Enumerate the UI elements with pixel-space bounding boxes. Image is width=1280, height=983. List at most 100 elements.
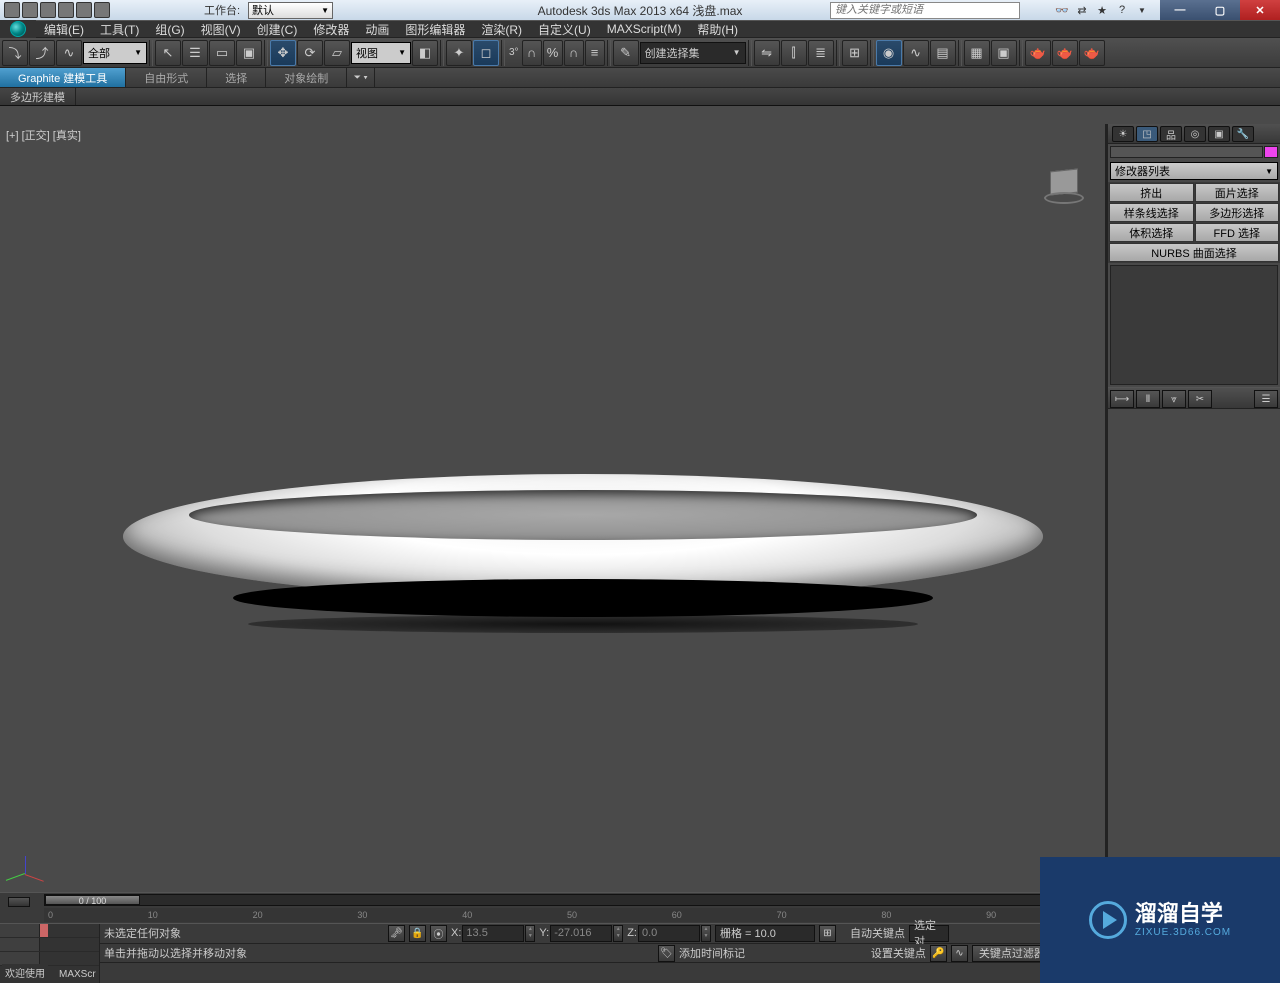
render-frame-icon[interactable]: ▣ [991,40,1017,66]
ribbon-expand-icon[interactable]: ⏷ ▾ [347,68,375,87]
ref-coord-dropdown[interactable]: 视图▼ [351,42,411,64]
mod-polysel-button[interactable]: 多边形选择 [1195,203,1280,222]
render-prod-icon[interactable]: 🫖 [1079,40,1105,66]
setkey-label[interactable]: 设置关键点 [871,945,926,961]
maximize-button[interactable]: ▢ [1200,0,1240,20]
ribbon-sub-poly[interactable]: 多边形建模 [0,88,76,105]
select-rect-icon[interactable]: ▭ [209,40,235,66]
mod-volsel-button[interactable]: 体积选择 [1109,223,1194,242]
lock-icon[interactable]: 🗝 [388,925,405,942]
time-track[interactable]: 0 / 100 [44,894,1110,906]
menu-edit[interactable]: 编辑(E) [36,21,92,38]
z-spinner[interactable]: ▲▼ [701,925,711,942]
configure-sets-icon[interactable]: ☰ [1254,390,1278,408]
menu-view[interactable]: 视图(V) [193,21,249,38]
new-icon[interactable] [4,2,20,18]
select-icon[interactable]: ↖ [155,40,181,66]
link-icon[interactable]: ⤵ [2,40,28,66]
selcenter-icon[interactable]: ⦿ [430,925,447,942]
autokey-label[interactable]: 自动关键点 [850,925,905,941]
search-input[interactable] [831,3,1019,18]
material-editor-icon[interactable]: ◉ [876,40,902,66]
render-iter-icon[interactable]: 🫖 [1052,40,1078,66]
mod-patchsel-button[interactable]: 面片选择 [1195,183,1280,202]
y-input[interactable] [550,925,612,942]
ribbon-tab-freeform[interactable]: 自由形式 [126,68,207,87]
ribbon-tab-paint[interactable]: 对象绘制 [266,68,347,87]
mod-splinesel-button[interactable]: 样条线选择 [1109,203,1194,222]
rotate-icon[interactable]: ⟳ [297,40,323,66]
menu-modifiers[interactable]: 修改器 [305,21,357,38]
named-sets-icon[interactable]: ✎ [613,40,639,66]
schematic-icon[interactable]: ⊞ [842,40,868,66]
pin-stack-icon[interactable]: ⟼ [1110,390,1134,408]
setkey-icon[interactable]: 🔑 [930,945,947,962]
menu-group[interactable]: 组(G) [147,21,192,38]
mod-nurbs-button[interactable]: NURBS 曲面选择 [1109,243,1279,262]
star-icon[interactable]: ★ [1094,2,1110,18]
grid-toggle-icon[interactable]: ⊞ [819,925,836,942]
bind-icon[interactable]: ∿ [56,40,82,66]
chevron-down-icon[interactable]: ▼ [1134,2,1150,18]
menu-render[interactable]: 渲染(R) [473,21,530,38]
exchange-icon[interactable]: ⇄ [1074,2,1090,18]
curve-editor-icon[interactable]: ∿ [903,40,929,66]
menu-grapheditors[interactable]: 图形编辑器 [397,21,473,38]
z-input[interactable] [638,925,700,942]
help-search[interactable] [830,2,1020,19]
isolate-icon[interactable]: 🔒 [409,925,426,942]
maxscript-label[interactable]: MAXScr [56,968,99,981]
object-color-swatch[interactable] [1264,146,1278,158]
x-input[interactable] [462,925,524,942]
edge-snap-icon[interactable]: ≡ [585,40,605,66]
undo-icon[interactable] [58,2,74,18]
modifier-stack[interactable] [1110,265,1278,385]
mod-extrude-button[interactable]: 挤出 [1109,183,1194,202]
unlink-icon[interactable]: ⤴ [29,40,55,66]
modifier-list-dropdown[interactable]: 修改器列表 ▼ [1110,162,1278,180]
render-setup-icon[interactable]: ▦ [964,40,990,66]
menu-tools[interactable]: 工具(T) [92,21,147,38]
mod-ffdsel-button[interactable]: FFD 选择 [1195,223,1280,242]
layers-icon[interactable]: ≣ [808,40,834,66]
binoculars-icon[interactable]: 👓 [1054,2,1070,18]
mirror-icon[interactable]: ⇋ [754,40,780,66]
viewport[interactable]: [+] [正交] [真实] [0,124,1107,892]
move-icon[interactable]: ✥ [270,40,296,66]
viewcube[interactable] [1043,164,1085,206]
menu-maxscript[interactable]: MAXScript(M) [599,22,690,36]
object-name-field[interactable] [1110,146,1263,158]
tab-modify-icon[interactable]: ◳ [1136,126,1158,142]
x-spinner[interactable]: ▲▼ [525,925,535,942]
time-thumb[interactable]: 0 / 100 [45,895,140,905]
viewport-label[interactable]: [+] [正交] [真实] [6,127,81,143]
dope-sheet-icon[interactable]: ▤ [930,40,956,66]
save-icon[interactable] [40,2,56,18]
tab-display-icon[interactable]: ▣ [1208,126,1230,142]
ribbon-tab-graphite[interactable]: Graphite 建模工具 [0,68,126,87]
rollout-area[interactable] [1108,409,1280,892]
selection-set-dropdown[interactable]: 创建选择集▼ [640,42,746,64]
snap-toggle-icon[interactable]: ◻ [473,40,499,66]
tab-motion-icon[interactable]: ◎ [1184,126,1206,142]
open-icon[interactable] [22,2,38,18]
mini-trackview[interactable]: 欢迎使用 MAXScr [0,924,100,983]
align-icon[interactable]: ⫿ [781,40,807,66]
remove-mod-icon[interactable]: ✂ [1188,390,1212,408]
close-button[interactable]: ✕ [1240,0,1280,20]
render-last-icon[interactable]: 🫖 [1025,40,1051,66]
scale-icon[interactable]: ▱ [324,40,350,66]
minimize-button[interactable]: — [1160,0,1200,20]
menu-customize[interactable]: 自定义(U) [530,21,599,38]
keyfilter-icon[interactable]: ∿ [951,945,968,962]
y-spinner[interactable]: ▲▼ [613,925,623,942]
select-name-icon[interactable]: ☰ [182,40,208,66]
app-menu-button[interactable] [0,20,36,38]
trackbar-toggle[interactable] [8,897,30,907]
show-end-icon[interactable]: Ⅱ [1136,390,1160,408]
percent-snap-icon[interactable]: % [543,40,563,66]
ribbon-tab-select[interactable]: 选择 [207,68,266,87]
tab-hierarchy-icon[interactable]: 品 [1160,126,1182,142]
angle-snap-icon[interactable]: ∩ [522,40,542,66]
selection-filter-dropdown[interactable]: 全部▼ [83,42,147,64]
